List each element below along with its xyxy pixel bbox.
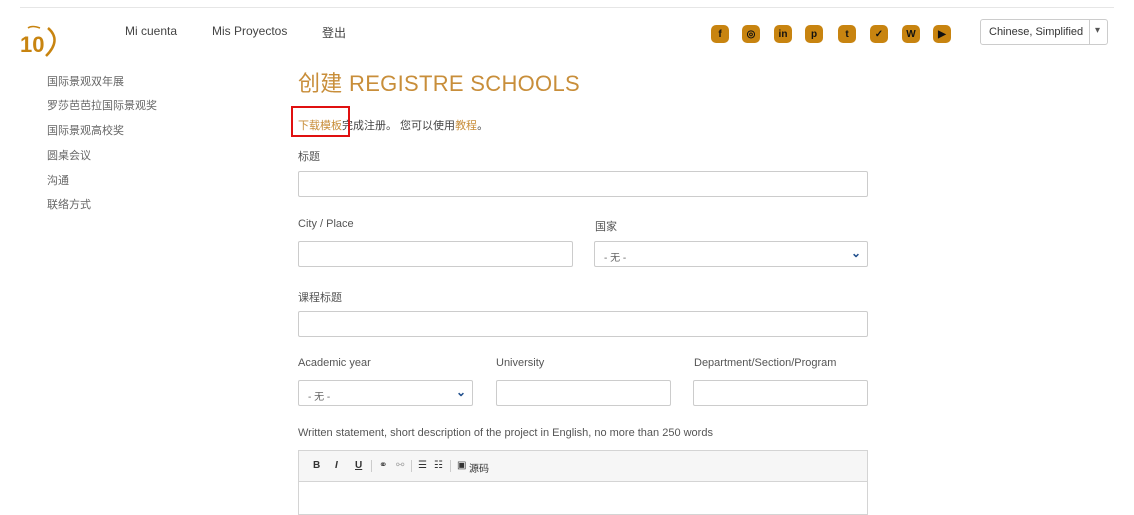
city-label: City / Place bbox=[298, 218, 354, 230]
statement-editor[interactable]: B I U ⚭ ⚯ ☰ ☷ ▣ 源码 bbox=[298, 450, 868, 515]
academic-year-label: Academic year bbox=[298, 357, 371, 369]
linkedin-icon[interactable]: in bbox=[774, 25, 792, 43]
site-logo[interactable]: 10 bbox=[18, 22, 62, 58]
nav-my-projects[interactable]: Mis Proyectos bbox=[212, 24, 287, 38]
tumblr-icon[interactable]: t bbox=[838, 25, 856, 43]
course-title-input[interactable] bbox=[298, 311, 868, 337]
toolbar-divider bbox=[450, 460, 451, 472]
facebook-icon[interactable]: f bbox=[711, 25, 729, 43]
link-icon[interactable]: ⚭ bbox=[379, 460, 387, 471]
department-input[interactable] bbox=[693, 380, 868, 406]
toolbar-divider bbox=[411, 460, 412, 472]
top-divider bbox=[20, 7, 1114, 8]
page-title: 创建 REGISTRE SCHOOLS bbox=[298, 71, 580, 96]
sidebar-item-round-table[interactable]: 圆桌会议 bbox=[47, 147, 91, 163]
department-label: Department/Section/Program bbox=[694, 357, 837, 369]
country-label: 国家 bbox=[595, 221, 617, 233]
source-button[interactable]: 源码 bbox=[469, 460, 489, 475]
highlight-box bbox=[291, 106, 350, 137]
tutorial-link[interactable]: 教程 bbox=[455, 120, 477, 132]
logo-text: 10 bbox=[20, 32, 44, 57]
caret-down-icon[interactable]: ▾ bbox=[1095, 25, 1100, 36]
sidebar-item-communication[interactable]: 沟通 bbox=[47, 172, 69, 188]
toolbar-divider bbox=[371, 460, 372, 472]
sidebar-item-rosa-barba-prize[interactable]: 罗莎芭芭拉国际景观奖 bbox=[47, 97, 157, 113]
language-divider bbox=[1089, 20, 1090, 44]
title-input[interactable] bbox=[298, 171, 868, 197]
statement-label: Written statement, short description of … bbox=[298, 427, 713, 439]
editor-toolbar: B I U ⚭ ⚯ ☰ ☷ ▣ 源码 bbox=[299, 451, 867, 482]
sidebar-item-schools-prize[interactable]: 国际景观高校奖 bbox=[47, 122, 124, 138]
pinterest-icon[interactable]: p bbox=[805, 25, 823, 43]
bulleted-list-icon[interactable]: ☰ bbox=[418, 460, 427, 471]
chevron-down-icon: ⌄ bbox=[850, 246, 861, 260]
intro-text-1: 完成注册。 您可以使用 bbox=[342, 120, 456, 132]
intro-text-2: 。 bbox=[477, 120, 489, 132]
bold-button[interactable]: B bbox=[313, 460, 320, 471]
unlink-icon[interactable]: ⚯ bbox=[396, 460, 404, 471]
instagram-icon[interactable]: ◎ bbox=[742, 25, 760, 43]
source-icon[interactable]: ▣ bbox=[457, 460, 466, 471]
academic-year-value: - 无 - bbox=[308, 392, 331, 403]
university-input[interactable] bbox=[496, 380, 671, 406]
language-select[interactable]: Chinese, Simplified ▾ bbox=[980, 19, 1108, 45]
title-label: 标题 bbox=[298, 151, 320, 163]
university-label: University bbox=[496, 357, 545, 369]
country-select[interactable]: - 无 - ⌄ bbox=[594, 241, 868, 267]
academic-year-select[interactable]: - 无 - ⌄ bbox=[298, 380, 473, 406]
logo-graphic: 10 bbox=[20, 25, 56, 57]
italic-button[interactable]: I bbox=[335, 460, 338, 471]
nav-my-account[interactable]: Mi cuenta bbox=[125, 24, 177, 38]
city-input[interactable] bbox=[298, 241, 573, 267]
country-value: - 无 - bbox=[604, 253, 627, 264]
course-title-label: 课程标题 bbox=[298, 292, 342, 304]
underline-button[interactable]: U bbox=[355, 460, 362, 471]
twitter-icon[interactable]: ✓ bbox=[870, 25, 888, 43]
chevron-down-icon: ⌄ bbox=[455, 385, 466, 399]
wordpress-icon[interactable]: W bbox=[902, 25, 920, 43]
numbered-list-icon[interactable]: ☷ bbox=[434, 460, 443, 471]
language-selected: Chinese, Simplified bbox=[989, 26, 1084, 38]
sidebar-item-biennial[interactable]: 国际景观双年展 bbox=[47, 73, 124, 89]
sidebar-item-contact[interactable]: 联络方式 bbox=[47, 196, 91, 212]
nav-logout[interactable]: 登出 bbox=[322, 24, 346, 41]
youtube-icon[interactable]: ▶ bbox=[933, 25, 951, 43]
